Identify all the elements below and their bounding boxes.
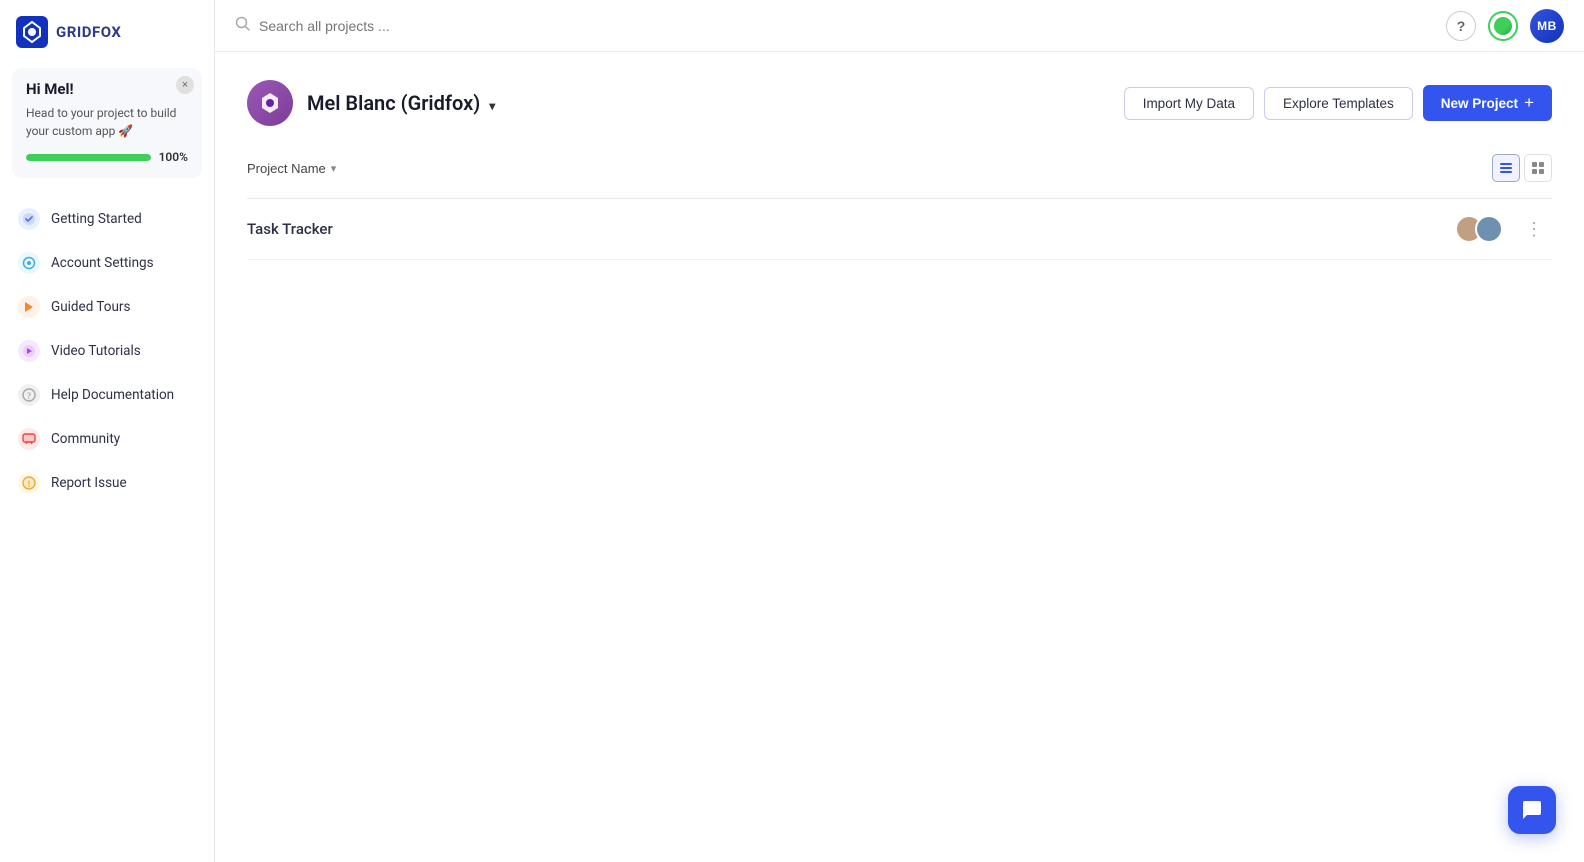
content-inner: Mel Blanc (Gridfox) ▾ Import My Data Exp… [215, 52, 1584, 288]
project-more-menu-button[interactable]: ⋮ [1517, 216, 1552, 242]
content-area: Mel Blanc (Gridfox) ▾ Import My Data Exp… [215, 52, 1584, 862]
report-issue-icon: ! [18, 472, 40, 494]
table-row[interactable]: Task Tracker ⋮ [247, 199, 1552, 260]
sidebar: GRIDFOX × Hi Mel! Head to your project t… [0, 0, 215, 862]
main-area: ? MB Mel Blanc (Gridfox) ▾ [215, 0, 1584, 862]
sidebar-item-community[interactable]: Community [0, 418, 214, 460]
sidebar-navigation: Getting Started Account Settings Guided … [0, 190, 214, 512]
project-avatars [1455, 215, 1503, 243]
sidebar-item-getting-started[interactable]: Getting Started [0, 198, 214, 240]
greeting-subtitle: Head to your project to build your custo… [26, 104, 188, 140]
sidebar-item-label-guided-tours: Guided Tours [51, 299, 130, 315]
sidebar-item-report-issue[interactable]: ! Report Issue [0, 462, 214, 504]
progress-container: 100% [26, 150, 188, 164]
svg-text:?: ? [27, 391, 32, 401]
user-name: Mel Blanc (Gridfox) ▾ [307, 91, 495, 115]
progress-label: 100% [159, 150, 188, 164]
project-avatar-2 [1475, 215, 1503, 243]
help-documentation-icon: ? [18, 384, 40, 406]
sidebar-item-video-tutorials[interactable]: Video Tutorials [0, 330, 214, 372]
sidebar-item-label-account-settings: Account Settings [51, 255, 154, 271]
app-name: GRIDFOX [56, 23, 121, 41]
community-icon [18, 428, 40, 450]
guided-tours-icon [18, 296, 40, 318]
account-settings-icon [18, 252, 40, 274]
sidebar-item-label-report-issue: Report Issue [51, 475, 127, 491]
sort-button[interactable]: Project Name ▾ [247, 157, 336, 180]
sidebar-item-guided-tours[interactable]: Guided Tours [0, 286, 214, 328]
grid-view-button[interactable] [1524, 154, 1552, 182]
sidebar-item-label-help-documentation: Help Documentation [51, 387, 174, 403]
progress-bar-fill [26, 154, 151, 161]
explore-templates-button[interactable]: Explore Templates [1264, 87, 1413, 120]
header-right: ? MB [1446, 9, 1564, 43]
sort-chevron-icon: ▾ [331, 162, 337, 175]
help-button[interactable]: ? [1446, 11, 1476, 41]
sidebar-item-account-settings[interactable]: Account Settings [0, 242, 214, 284]
status-circle-inner [1494, 17, 1512, 35]
user-avatar-large [247, 80, 293, 126]
greeting-title: Hi Mel! [26, 80, 188, 98]
chat-fab-button[interactable] [1508, 786, 1556, 834]
sidebar-item-label-getting-started: Getting Started [51, 211, 142, 227]
user-bar: Mel Blanc (Gridfox) ▾ Import My Data Exp… [247, 80, 1552, 126]
search-input[interactable] [259, 18, 715, 34]
view-toggles [1492, 154, 1552, 182]
search-bar [235, 16, 715, 36]
logo-area: GRIDFOX [0, 0, 214, 60]
plus-icon: + [1524, 93, 1534, 113]
gridfox-logo-icon [16, 16, 48, 48]
new-project-button[interactable]: New Project + [1423, 85, 1552, 121]
user-avatar-button[interactable]: MB [1530, 9, 1564, 43]
progress-bar-background [26, 154, 151, 161]
sidebar-item-label-community: Community [51, 431, 120, 447]
status-indicator[interactable] [1488, 11, 1518, 41]
user-bar-actions: Import My Data Explore Templates New Pro… [1124, 85, 1552, 121]
sidebar-item-label-video-tutorials: Video Tutorials [51, 343, 141, 359]
greeting-box: × Hi Mel! Head to your project to build … [12, 68, 202, 178]
user-dropdown-arrow[interactable]: ▾ [489, 99, 495, 113]
greeting-close-button[interactable]: × [176, 76, 194, 94]
header: ? MB [215, 0, 1584, 52]
video-tutorials-icon [18, 340, 40, 362]
svg-text:!: ! [28, 479, 31, 489]
import-data-button[interactable]: Import My Data [1124, 87, 1254, 120]
list-view-button[interactable] [1492, 154, 1520, 182]
list-controls: Project Name ▾ [247, 154, 1552, 182]
project-name: Task Tracker [247, 220, 1455, 238]
sidebar-item-help-documentation[interactable]: ? Help Documentation [0, 374, 214, 416]
search-icon [235, 16, 251, 36]
getting-started-icon [18, 208, 40, 230]
